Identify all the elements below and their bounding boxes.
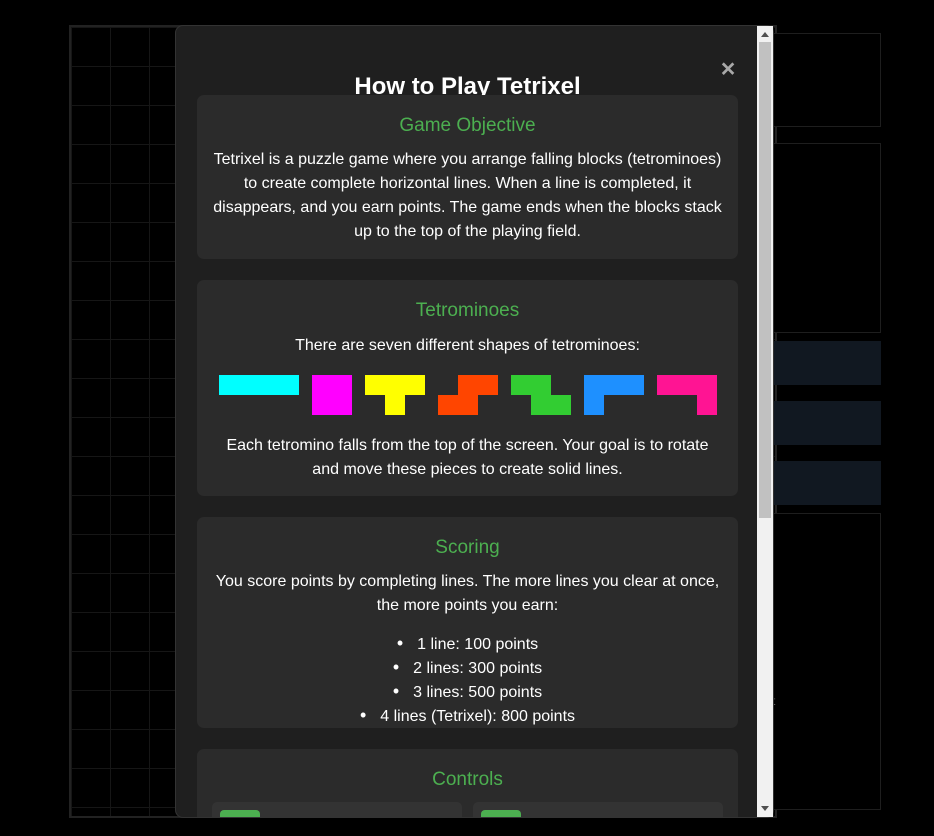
objective-section: Game Objective Tetrixel is a puzzle game… [197,95,738,259]
i-piece [219,375,299,395]
modal-scrollbar[interactable] [757,26,773,817]
scroll-thumb[interactable] [759,42,771,518]
controls-section: Controls [197,749,738,817]
key-badge [220,810,260,817]
j-piece [584,375,644,415]
tetrominoes-section: Tetrominoes There are seven different sh… [197,280,738,496]
list-item: 2 lines: 300 points [197,655,738,679]
piece-fill [584,375,644,415]
scroll-down-icon[interactable] [761,806,769,811]
objective-line: up to the top of the playing field. [354,223,581,240]
s-piece [438,375,498,415]
o-piece [312,375,352,415]
side-button-3[interactable] [772,461,881,505]
scoring-text: You score points by completing lines. Th… [213,570,722,618]
piece-fill [365,375,425,415]
piece-fill [312,375,352,415]
next-piece-panel [772,33,881,127]
tetrominoes-intro: There are seven different shapes of tetr… [295,337,640,354]
tetromino-shapes [197,375,738,415]
piece-fill [657,375,717,415]
side-button-1[interactable] [772,341,881,385]
t-piece [365,375,425,415]
scroll-up-icon[interactable] [761,32,769,37]
control-card [473,802,723,817]
l-piece [657,375,717,415]
stats-panel [772,143,881,333]
list-item: 4 lines (Tetrixel): 800 points [197,703,738,727]
z-piece [511,375,571,415]
tetrominoes-heading: Tetrominoes [415,300,520,321]
scoring-heading: Scoring [435,537,500,558]
tetrominoes-line: Each tetromino falls from the top of the… [226,437,709,454]
piece-fill [438,375,498,415]
controls-heading: Controls [432,769,503,790]
control-card [212,802,462,817]
info-panel [772,513,881,810]
key-badge [481,810,521,817]
scoring-list: 1 line: 100 points 2 lines: 300 points 3… [197,631,738,727]
scoring-section: Scoring You score points by completing l… [197,517,738,728]
scoring-line: the more points you earn: [376,597,559,614]
objective-heading: Game Objective [399,115,536,136]
scoring-line: You score points by completing lines. Th… [215,573,720,590]
objective-line: disappears, and you earn points. The gam… [213,199,722,216]
close-icon[interactable]: × [716,56,740,82]
objective-text: Tetrixel is a puzzle game where you arra… [213,148,722,244]
side-button-2[interactable] [772,401,881,445]
list-item: 1 line: 100 points [197,631,738,655]
game-screen: t How to Play Tetrixel × Game Objective … [0,0,934,836]
objective-line: to create complete horizontal lines. Whe… [243,175,692,192]
piece-fill [219,375,299,395]
list-item: 3 lines: 500 points [197,679,738,703]
objective-line: Tetrixel is a puzzle game where you arra… [213,151,722,168]
tetrominoes-line: and move these pieces to create solid li… [312,461,623,478]
piece-fill [511,375,571,415]
how-to-play-modal: How to Play Tetrixel × Game Objective Te… [175,25,774,818]
tetrominoes-text: Each tetromino falls from the top of the… [213,434,722,482]
